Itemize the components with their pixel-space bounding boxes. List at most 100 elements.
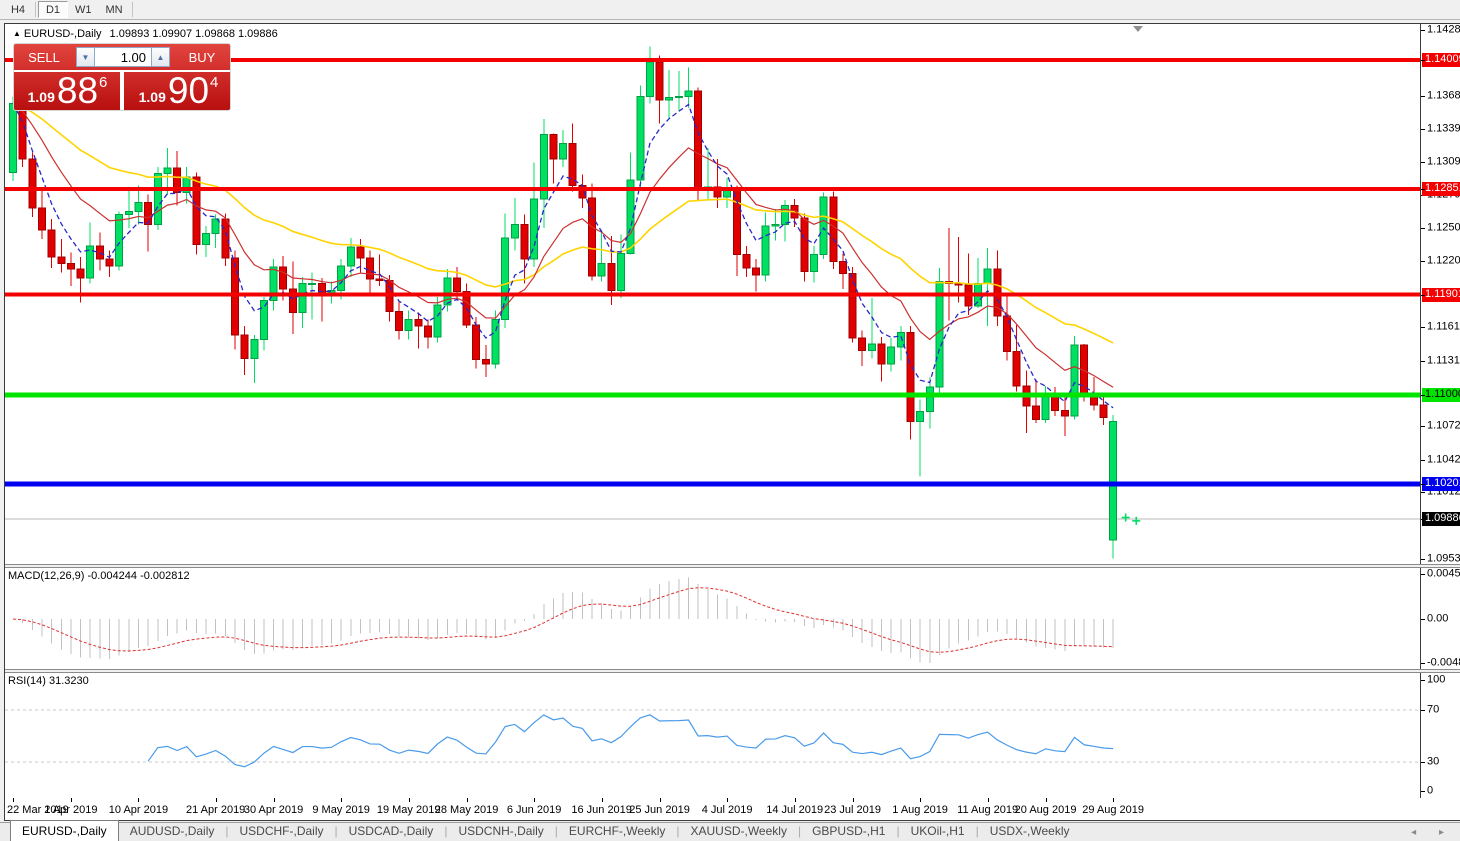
chart-window: ▲EURUSD-,Daily1.09893 1.09907 1.09868 1.… <box>4 23 1460 821</box>
rsi-plot-area: RSI(14) 31.3230 <box>5 673 1420 798</box>
date-axis-label: 23 Jul 2019 <box>824 804 881 816</box>
rsi-chart <box>5 673 1420 798</box>
buy-price[interactable]: 1.09904 <box>124 72 232 110</box>
axis-tick <box>1421 261 1425 262</box>
axis-label: -0.004805 <box>1427 657 1460 670</box>
date-tick <box>274 798 275 802</box>
axis-label: 1.12500 <box>1427 222 1460 235</box>
tab-audusd-daily[interactable]: AUDUSD-,Daily <box>119 822 226 841</box>
price-plot-area[interactable]: ▲EURUSD-,Daily1.09893 1.09907 1.09868 1.… <box>5 24 1420 564</box>
date-axis-label: 6 Jun 2019 <box>507 804 561 816</box>
date-axis-label: 29 Aug 2019 <box>1082 804 1144 816</box>
tab-usdcnh-daily[interactable]: USDCNH-,Daily <box>447 822 554 841</box>
tab-gbpusd-h1[interactable]: GBPUSD-,H1 <box>801 822 896 841</box>
tab-ukoil-h1[interactable]: UKOil-,H1 <box>900 822 976 841</box>
date-axis-label: 14 Jul 2019 <box>766 804 823 816</box>
axis-tick <box>1421 492 1425 493</box>
axis-label: 1.13390 <box>1427 122 1460 135</box>
timeframe-button-mn[interactable]: MN <box>99 1 130 18</box>
date-tick <box>660 798 661 802</box>
axis-tick <box>1421 96 1425 97</box>
axis-label: 1.14009 <box>1422 53 1460 67</box>
tab-usdcad-daily[interactable]: USDCAD-,Daily <box>338 822 445 841</box>
buy-button[interactable]: BUY <box>174 44 230 70</box>
axis-label: 0 <box>1427 785 1433 798</box>
date-axis-label: 20 Aug 2019 <box>1015 804 1077 816</box>
date-tick <box>988 798 989 802</box>
axis-label: 0.00 <box>1427 613 1448 626</box>
axis-label: 1.09886 <box>1422 512 1460 526</box>
macd-axis: 0.0045170.00-0.004805 <box>1420 568 1460 669</box>
timeframe-button-d1[interactable]: D1 <box>38 1 68 18</box>
tab-eurusd-daily[interactable]: EURUSD-,Daily <box>10 820 119 841</box>
date-axis-label: 9 May 2019 <box>312 804 369 816</box>
axis-label: 1.10420 <box>1427 453 1460 466</box>
axis-tick <box>1421 680 1425 681</box>
price-panel: ▲EURUSD-,Daily1.09893 1.09907 1.09868 1.… <box>5 24 1460 564</box>
axis-tick <box>1421 484 1425 485</box>
tab-usdchf-daily[interactable]: USDCHF-,Daily <box>229 822 335 841</box>
buy-price-prefix: 1.09 <box>139 89 166 105</box>
axis-tick <box>1421 619 1425 620</box>
date-tick <box>920 798 921 802</box>
macd-label: MACD(12,26,9) -0.004244 -0.002812 <box>8 570 190 582</box>
tab-scroll-arrows[interactable]: ◂ ▸ <box>1411 827 1454 838</box>
date-tick <box>13 798 14 802</box>
macd-chart <box>5 568 1420 669</box>
macd-panel: MACD(12,26,9) -0.004244 -0.002812 0.0045… <box>5 568 1460 669</box>
timeframe-button-h4[interactable]: H4 <box>3 1 33 18</box>
volume-input[interactable] <box>95 47 151 67</box>
toolbar-separator <box>132 2 133 17</box>
sell-price-big: 88 <box>57 73 98 109</box>
sell-price-prefix: 1.09 <box>28 89 55 105</box>
tab-eurchf-weekly[interactable]: EURCHF-,Weekly <box>558 822 676 841</box>
axis-label: 1.10201 <box>1422 477 1460 491</box>
rsi-line <box>148 715 1113 767</box>
axis-label: 1.11610 <box>1427 321 1460 334</box>
date-tick <box>1046 798 1047 802</box>
date-tick <box>216 798 217 802</box>
date-tick <box>534 798 535 802</box>
axis-label: 1.14280 <box>1427 24 1460 36</box>
axis-tick <box>1421 460 1425 461</box>
date-tick <box>602 798 603 802</box>
date-tick <box>409 798 410 802</box>
rsi-panel: RSI(14) 31.3230 10070300 <box>5 673 1460 798</box>
axis-tick <box>1421 295 1425 296</box>
trading-terminal-window: { "toolbar": { "timeframes": [ {"label":… <box>0 0 1460 841</box>
date-tick <box>467 798 468 802</box>
volume-decrease-icon[interactable]: ▼ <box>76 47 95 67</box>
date-axis-label: 1 Apr 2019 <box>44 804 97 816</box>
sell-price[interactable]: 1.09886 <box>14 72 120 110</box>
axis-label: 1.13685 <box>1427 90 1460 103</box>
collapse-arrow-icon[interactable]: ▲ <box>13 29 21 38</box>
date-axis-label: 10 Apr 2019 <box>109 804 168 816</box>
symbol-label: EURUSD-,Daily <box>24 28 102 40</box>
date-axis-label: 11 Aug 2019 <box>957 804 1018 816</box>
date-tick <box>138 798 139 802</box>
date-axis-label: 1 Aug 2019 <box>892 804 948 816</box>
timeframe-button-w1[interactable]: W1 <box>68 1 99 18</box>
tab-xauusd-weekly[interactable]: XAUUSD-,Weekly <box>679 822 797 841</box>
chart-tabs-bar: EURUSD-,DailyAUDUSD-,Daily|USDCHF-,Daily… <box>0 822 1460 841</box>
chart-shift-marker-icon[interactable] <box>1133 26 1143 32</box>
date-tick <box>1113 798 1114 802</box>
axis-label: 1.11000 <box>1422 388 1460 402</box>
one-click-trading-panel: SELL ▼ ▲ BUY 1.09886 1.09904 <box>13 43 231 111</box>
date-tick <box>853 798 854 802</box>
axis-label: 70 <box>1427 704 1439 717</box>
axis-tick <box>1421 162 1425 163</box>
axis-label: 1.10720 <box>1427 420 1460 433</box>
axis-tick <box>1421 228 1425 229</box>
axis-label: 1.11901 <box>1422 288 1460 302</box>
tab-usdx-weekly[interactable]: USDX-,Weekly <box>979 822 1081 841</box>
volume-increase-icon[interactable]: ▲ <box>151 47 170 67</box>
axis-tick <box>1421 519 1425 520</box>
axis-tick <box>1421 361 1425 362</box>
axis-tick <box>1421 129 1425 130</box>
axis-label: 100 <box>1427 674 1445 687</box>
ohlc-values: 1.09893 1.09907 1.09868 1.09886 <box>110 28 278 40</box>
sell-button[interactable]: SELL <box>14 44 74 70</box>
axis-label: 1.09530 <box>1427 552 1460 564</box>
date-axis-label: 21 Apr 2019 <box>186 804 245 816</box>
